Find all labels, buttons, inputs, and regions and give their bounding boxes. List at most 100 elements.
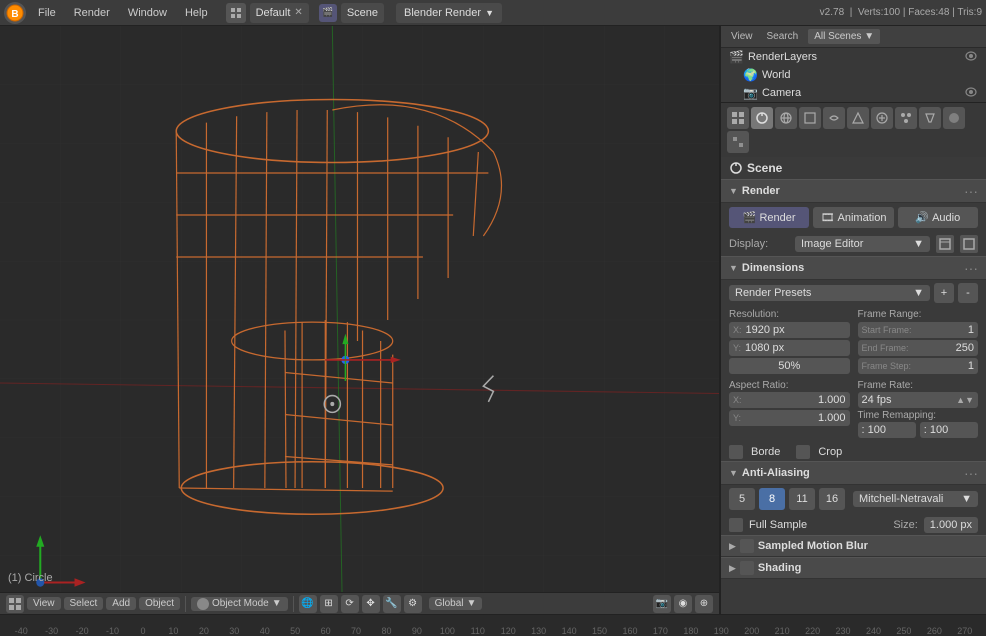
renderlayers-label: RenderLayers — [748, 51, 817, 63]
start-frame-input[interactable]: Start Frame: 1 — [858, 322, 979, 338]
render-presets-dropdown[interactable]: Render Presets ▼ — [729, 285, 930, 301]
prop-tab-modifier[interactable] — [847, 107, 869, 129]
scene-selector[interactable]: Scene — [341, 3, 384, 23]
aa-size-input[interactable]: 1.000 px — [924, 517, 978, 533]
vt-object-btn[interactable]: Object — [139, 597, 180, 610]
smb-section-header[interactable]: ▶ Sampled Motion Blur — [721, 535, 986, 557]
outliner-item-renderlayers[interactable]: 🎬 RenderLayers — [721, 48, 986, 66]
full-sample-label: Full Sample — [749, 519, 807, 531]
audio-button[interactable]: 🔊 Audio — [898, 207, 978, 228]
prop-tab-mat[interactable] — [943, 107, 965, 129]
timeline-bar: -40-30-20-100102030405060708090100110120… — [0, 614, 986, 636]
time-remap-new[interactable]: : 100 — [920, 422, 978, 438]
menu-file[interactable]: File — [30, 5, 64, 21]
antialiasing-section-header[interactable]: ▼ Anti-Aliasing ··· — [721, 461, 986, 485]
engine-selector[interactable]: Blender Render ▼ — [396, 3, 502, 23]
vt-global-dropdown[interactable]: Global ▼ — [429, 597, 483, 610]
prop-tab-data[interactable] — [871, 107, 893, 129]
prop-tab-tex[interactable] — [727, 131, 749, 153]
prop-tab-scene[interactable] — [751, 107, 773, 129]
aspect-y-input[interactable]: Y: 1.000 — [729, 410, 850, 426]
vt-icon-1[interactable]: 🌐 — [299, 595, 317, 613]
viewport[interactable]: User Ortho — [0, 26, 721, 614]
menu-render[interactable]: Render — [66, 5, 118, 21]
menu-bar: File Render Window Help — [30, 5, 216, 21]
render-section-header[interactable]: ▼ Render ··· — [721, 179, 986, 203]
res-percent-input[interactable]: 50% — [729, 358, 850, 374]
vt-add-btn[interactable]: Add — [106, 597, 136, 610]
borde-checkbox[interactable] — [729, 445, 743, 459]
res-x-input[interactable]: X: 1920 px — [729, 322, 850, 338]
vt-icon-4[interactable]: ✥ — [362, 595, 380, 613]
framerate-col: Frame Rate: 24 fps ▲▼ Time Remapping: : … — [858, 380, 979, 438]
full-sample-checkbox[interactable] — [729, 518, 743, 532]
timeline-mark: 10 — [158, 626, 188, 636]
prop-tab-physics[interactable] — [919, 107, 941, 129]
timeline-mark: 130 — [523, 626, 553, 636]
vt-mode-dropdown[interactable]: Object Mode ▼ — [191, 597, 288, 611]
display-icon-btn-1[interactable] — [936, 235, 954, 253]
layout-selector[interactable]: Default ✕ — [250, 3, 309, 23]
aa-num-11[interactable]: 11 — [789, 488, 815, 510]
vt-select-btn[interactable]: Select — [64, 597, 104, 610]
outliner-scope-dropdown[interactable]: All Scenes ▼ — [808, 29, 880, 44]
vt-view-btn[interactable]: View — [27, 597, 61, 610]
timeline-mark: 140 — [554, 626, 584, 636]
timeline-mark: -30 — [36, 626, 66, 636]
shading-section-header[interactable]: ▶ Shading — [721, 557, 986, 579]
vt-right-icon-2[interactable]: ◉ — [674, 595, 692, 613]
dimensions-section-header[interactable]: ▼ Dimensions ··· — [721, 256, 986, 280]
prop-tab-constraints[interactable] — [823, 107, 845, 129]
aa-num-16[interactable]: 16 — [819, 488, 845, 510]
prop-tab-object[interactable] — [799, 107, 821, 129]
outliner-view-btn[interactable]: View — [727, 30, 757, 43]
prop-tab-render[interactable] — [727, 107, 749, 129]
render-button[interactable]: 🎬 Render — [729, 207, 809, 228]
vt-icon-5[interactable]: 🔧 — [383, 595, 401, 613]
vt-right-icon-1[interactable]: 📷 — [653, 595, 671, 613]
crop-checkbox[interactable] — [796, 445, 810, 459]
timeline-mark: -20 — [67, 626, 97, 636]
res-y-input[interactable]: Y: 1080 px — [729, 340, 850, 356]
outliner-item-camera[interactable]: 📷 Camera — [721, 84, 986, 102]
animation-button[interactable]: 🎞 Animation — [813, 207, 893, 228]
smb-checkbox[interactable] — [740, 539, 754, 553]
framerate-input[interactable]: 24 fps ▲▼ — [858, 392, 979, 408]
outliner-search-btn[interactable]: Search — [763, 30, 803, 43]
aa-num-8[interactable]: 8 — [759, 488, 785, 510]
layout-grid-icon — [226, 3, 246, 23]
dimensions-title: Dimensions — [742, 262, 960, 274]
presets-remove-btn[interactable]: - — [958, 283, 978, 303]
presets-dropdown-icon: ▼ — [913, 287, 924, 299]
display-dropdown[interactable]: Image Editor ▼ — [795, 236, 930, 252]
aa-num-5[interactable]: 5 — [729, 488, 755, 510]
vt-icon-2[interactable]: ⊞ — [320, 595, 338, 613]
aspect-x-input[interactable]: X: 1.000 — [729, 392, 850, 408]
svg-text:B: B — [11, 9, 18, 20]
aa-preset-dropdown[interactable]: Mitchell-Netravali ▼ — [853, 491, 978, 507]
menu-window[interactable]: Window — [120, 5, 175, 21]
shading-checkbox[interactable] — [740, 561, 754, 575]
display-icon-btn-2[interactable] — [960, 235, 978, 253]
end-frame-label: End Frame: — [862, 343, 909, 353]
vt-right-icon-3[interactable]: ⊕ — [695, 595, 713, 613]
prop-tab-world[interactable] — [775, 107, 797, 129]
frame-step-label: Frame Step: — [862, 361, 912, 371]
render-section: ▼ Render ··· 🎬 Render 🎞 Animation 🔊 Audi… — [721, 179, 986, 256]
menu-help[interactable]: Help — [177, 5, 216, 21]
presets-add-btn[interactable]: + — [934, 283, 954, 303]
prop-tab-particles[interactable] — [895, 107, 917, 129]
vt-icon-3[interactable]: ⟳ — [341, 595, 359, 613]
resolution-label: Resolution: — [729, 308, 850, 321]
outliner-item-world[interactable]: 🌍 World — [721, 66, 986, 84]
smb-title: Sampled Motion Blur — [758, 540, 978, 552]
frame-step-input[interactable]: Frame Step: 1 — [858, 358, 979, 374]
camera-eye-icon — [964, 87, 978, 100]
scene-section-label: Scene — [721, 157, 986, 179]
viewport-view-icon[interactable] — [6, 595, 24, 613]
time-remap-old[interactable]: : 100 — [858, 422, 916, 438]
aa-title: Anti-Aliasing — [742, 467, 960, 479]
end-frame-input[interactable]: End Frame: 250 — [858, 340, 979, 356]
vt-icon-6[interactable]: ⚙ — [404, 595, 422, 613]
timeline-mark: 60 — [310, 626, 340, 636]
